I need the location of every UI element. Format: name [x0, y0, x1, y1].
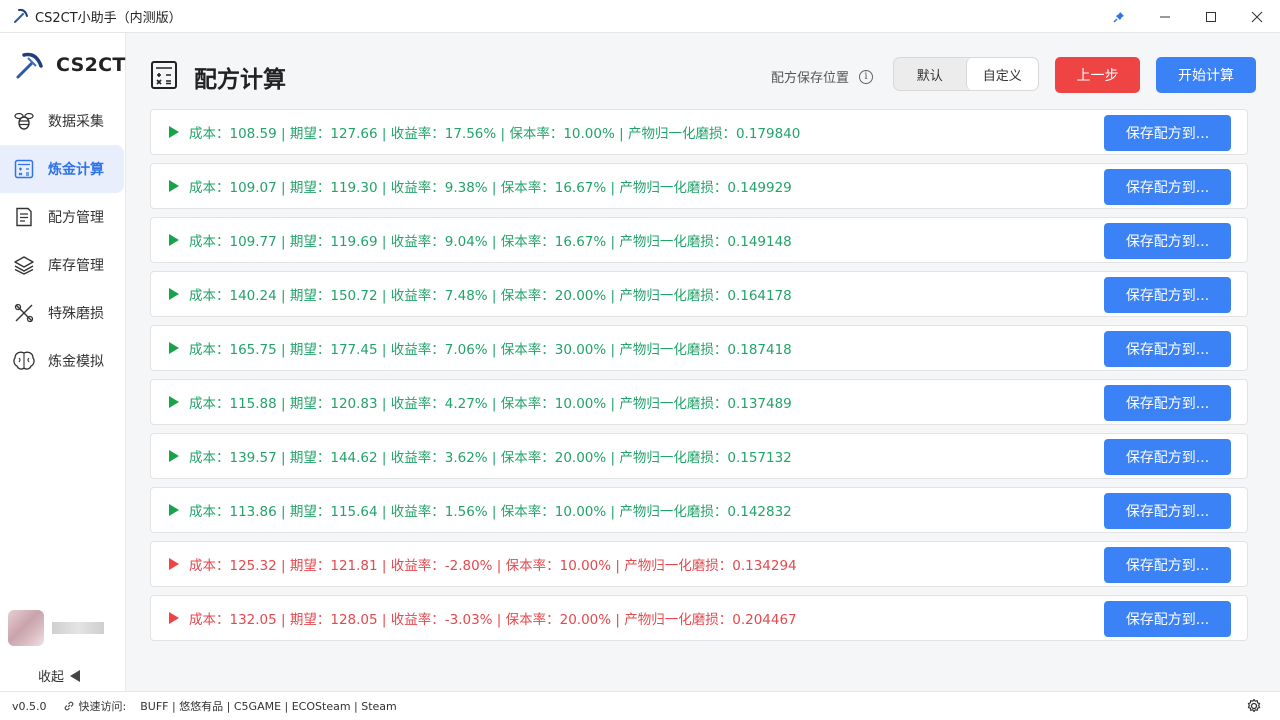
status-bar: v0.5.0 快速访问: BUFF | 悠悠有品 | C5GAME | ECOS… — [0, 691, 1280, 720]
play-icon[interactable] — [169, 504, 179, 516]
brand-name: CS2CT — [56, 54, 126, 76]
save-location-toggle: 默认 自定义 — [893, 57, 1039, 91]
result-row[interactable]: 成本：109.07 | 期望：119.30 | 收益率：9.38% | 保本率：… — [150, 163, 1248, 209]
result-summary: 成本：109.07 | 期望：119.30 | 收益率：9.38% | 保本率：… — [189, 180, 792, 196]
version-label: v0.5.0 — [12, 699, 47, 713]
sidebar-item-alchemy-sim[interactable]: 炼金模拟 — [0, 337, 124, 385]
result-row[interactable]: 成本：115.88 | 期望：120.83 | 收益率：4.27% | 保本率：… — [150, 379, 1248, 425]
result-summary: 成本：132.05 | 期望：128.05 | 收益率：-3.03% | 保本率… — [189, 612, 797, 628]
play-icon[interactable] — [169, 342, 179, 354]
sidebar-item-recipe-management[interactable]: 配方管理 — [0, 193, 124, 241]
close-icon[interactable] — [1234, 0, 1280, 33]
start-calculation-button[interactable]: 开始计算 — [1156, 57, 1256, 93]
result-row[interactable]: 成本：132.05 | 期望：128.05 | 收益率：-3.03% | 保本率… — [150, 595, 1248, 641]
sidebar-item-label: 炼金模拟 — [48, 354, 104, 370]
sidebar-nav: 数据采集 炼金计算 配方管理 库存管理 特殊磨损 炼金模拟 — [0, 97, 126, 385]
quick-access-links[interactable]: BUFF | 悠悠有品 | C5GAME | ECOSteam | Steam — [140, 698, 397, 714]
window-title: CS2CT小助手（内测版） — [35, 10, 182, 26]
sidebar-item-label: 数据采集 — [48, 114, 104, 130]
sidebar-item-data-collection[interactable]: 数据采集 — [0, 97, 124, 145]
result-summary: 成本：113.86 | 期望：115.64 | 收益率：1.56% | 保本率：… — [189, 504, 792, 520]
caret-left-icon — [70, 669, 81, 682]
collapse-button[interactable]: 收起 — [38, 666, 81, 685]
result-row[interactable]: 成本：108.59 | 期望：127.66 | 收益率：17.56% | 保本率… — [150, 109, 1248, 155]
play-icon[interactable] — [169, 558, 179, 570]
play-icon[interactable] — [169, 612, 179, 624]
save-recipe-button[interactable]: 保存配方到... — [1104, 169, 1231, 205]
maximize-icon[interactable] — [1188, 0, 1234, 33]
result-summary: 成本：109.77 | 期望：119.69 | 收益率：9.04% | 保本率：… — [189, 234, 792, 250]
sidebar: CS2CT 数据采集 炼金计算 配方管理 库存管理 特殊磨损 炼金模拟 收起 — [0, 33, 126, 691]
play-icon[interactable] — [169, 180, 179, 192]
play-icon[interactable] — [169, 288, 179, 300]
result-row[interactable]: 成本：109.77 | 期望：119.69 | 收益率：9.04% | 保本率：… — [150, 217, 1248, 263]
save-location-label: 配方保存位置 — [771, 71, 850, 86]
result-row[interactable]: 成本：140.24 | 期望：150.72 | 收益率：7.48% | 保本率：… — [150, 271, 1248, 317]
previous-step-button[interactable]: 上一步 — [1055, 57, 1140, 93]
title-bar: CS2CT小助手（内测版） — [0, 0, 1280, 33]
play-icon[interactable] — [169, 126, 179, 138]
sidebar-item-inventory[interactable]: 库存管理 — [0, 241, 124, 289]
brand: CS2CT — [14, 50, 126, 80]
sidebar-item-alchemy-calc[interactable]: 炼金计算 — [0, 145, 124, 193]
sidebar-item-label: 特殊磨损 — [48, 306, 104, 322]
result-summary: 成本：108.59 | 期望：127.66 | 收益率：17.56% | 保本率… — [189, 126, 801, 142]
save-location: 配方保存位置 i — [771, 67, 874, 86]
save-recipe-button[interactable]: 保存配方到... — [1104, 331, 1231, 367]
play-icon[interactable] — [169, 450, 179, 462]
pickaxe-logo-icon — [14, 50, 44, 80]
save-recipe-button[interactable]: 保存配方到... — [1104, 493, 1231, 529]
page-title: 配方计算 — [194, 67, 286, 93]
sidebar-item-label: 配方管理 — [48, 210, 104, 226]
option-default[interactable]: 默认 — [894, 58, 966, 90]
minimize-icon[interactable] — [1142, 0, 1188, 33]
result-summary: 成本：115.88 | 期望：120.83 | 收益率：4.27% | 保本率：… — [189, 396, 792, 412]
save-recipe-button[interactable]: 保存配方到... — [1104, 439, 1231, 475]
result-row[interactable]: 成本：125.32 | 期望：121.81 | 收益率：-2.80% | 保本率… — [150, 541, 1248, 587]
save-recipe-button[interactable]: 保存配方到... — [1104, 547, 1231, 583]
sidebar-item-label: 库存管理 — [48, 258, 104, 274]
play-icon[interactable] — [169, 396, 179, 408]
result-summary: 成本：165.75 | 期望：177.45 | 收益率：7.06% | 保本率：… — [189, 342, 792, 358]
calculator-icon — [12, 157, 36, 181]
result-summary: 成本：140.24 | 期望：150.72 | 收益率：7.48% | 保本率：… — [189, 288, 792, 304]
info-icon[interactable]: i — [859, 69, 874, 84]
user-profile[interactable] — [8, 610, 104, 646]
play-icon[interactable] — [169, 234, 179, 246]
link-icon — [63, 700, 75, 712]
quick-access-label: 快速访问: — [78, 700, 127, 713]
calculator-icon — [150, 60, 178, 90]
save-recipe-button[interactable]: 保存配方到... — [1104, 601, 1231, 637]
tools-icon — [12, 301, 36, 325]
username-blurred — [52, 622, 104, 634]
gear-icon[interactable] — [1246, 698, 1262, 714]
result-row[interactable]: 成本：113.86 | 期望：115.64 | 收益率：1.56% | 保本率：… — [150, 487, 1248, 533]
avatar[interactable] — [8, 610, 44, 646]
result-summary: 成本：125.32 | 期望：121.81 | 收益率：-2.80% | 保本率… — [189, 558, 797, 574]
option-custom[interactable]: 自定义 — [965, 58, 1038, 90]
save-recipe-button[interactable]: 保存配方到... — [1104, 385, 1231, 421]
document-icon — [12, 205, 36, 229]
sidebar-item-label: 炼金计算 — [48, 162, 104, 178]
result-summary: 成本：139.57 | 期望：144.62 | 收益率：3.62% | 保本率：… — [189, 450, 792, 466]
collapse-label: 收起 — [38, 670, 65, 685]
bee-icon — [12, 109, 36, 133]
layers-icon — [12, 253, 36, 277]
sidebar-item-special-wear[interactable]: 特殊磨损 — [0, 289, 124, 337]
save-recipe-button[interactable]: 保存配方到... — [1104, 223, 1231, 259]
main-content: 配方计算 配方保存位置 i 默认 自定义 上一步 开始计算 成本：108.59 … — [126, 33, 1280, 691]
save-recipe-button[interactable]: 保存配方到... — [1104, 115, 1231, 151]
result-row[interactable]: 成本：165.75 | 期望：177.45 | 收益率：7.06% | 保本率：… — [150, 325, 1248, 371]
result-row[interactable]: 成本：139.57 | 期望：144.62 | 收益率：3.62% | 保本率：… — [150, 433, 1248, 479]
pin-icon[interactable] — [1096, 0, 1142, 33]
brain-icon — [12, 349, 36, 373]
save-recipe-button[interactable]: 保存配方到... — [1104, 277, 1231, 313]
pickaxe-icon — [13, 8, 29, 24]
results-list: 成本：108.59 | 期望：127.66 | 收益率：17.56% | 保本率… — [150, 109, 1248, 649]
